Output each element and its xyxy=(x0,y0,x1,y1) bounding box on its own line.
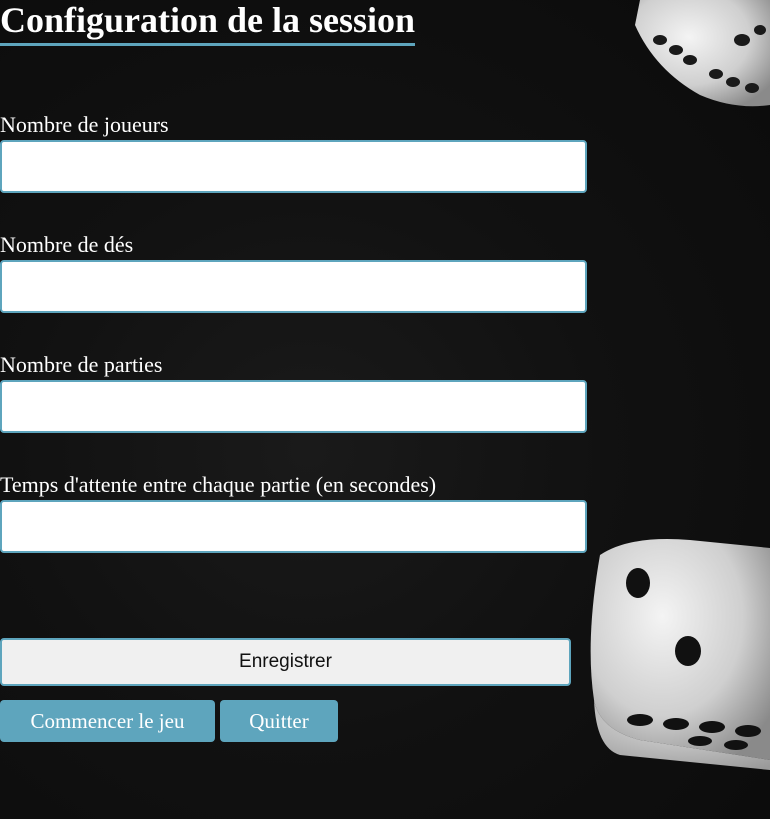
quit-button[interactable]: Quitter xyxy=(220,700,338,742)
games-count-label: Nombre de parties xyxy=(0,352,163,377)
page-title: Configuration de la session xyxy=(0,0,416,46)
dice-count-label: Nombre de dés xyxy=(0,232,134,257)
top-die-icon xyxy=(635,0,770,107)
games-count-input[interactable] xyxy=(0,380,587,433)
wait-time-label: Temps d'attente entre chaque partie (en … xyxy=(0,472,437,497)
start-game-button[interactable]: Commencer le jeu xyxy=(0,700,215,742)
wait-time-input[interactable] xyxy=(0,500,587,553)
players-count-label: Nombre de joueurs xyxy=(0,112,169,137)
bottom-die-icon xyxy=(590,539,770,770)
save-button[interactable]: Enregistrer xyxy=(0,638,571,686)
players-count-input[interactable] xyxy=(0,140,587,193)
dice-count-input[interactable] xyxy=(0,260,587,313)
